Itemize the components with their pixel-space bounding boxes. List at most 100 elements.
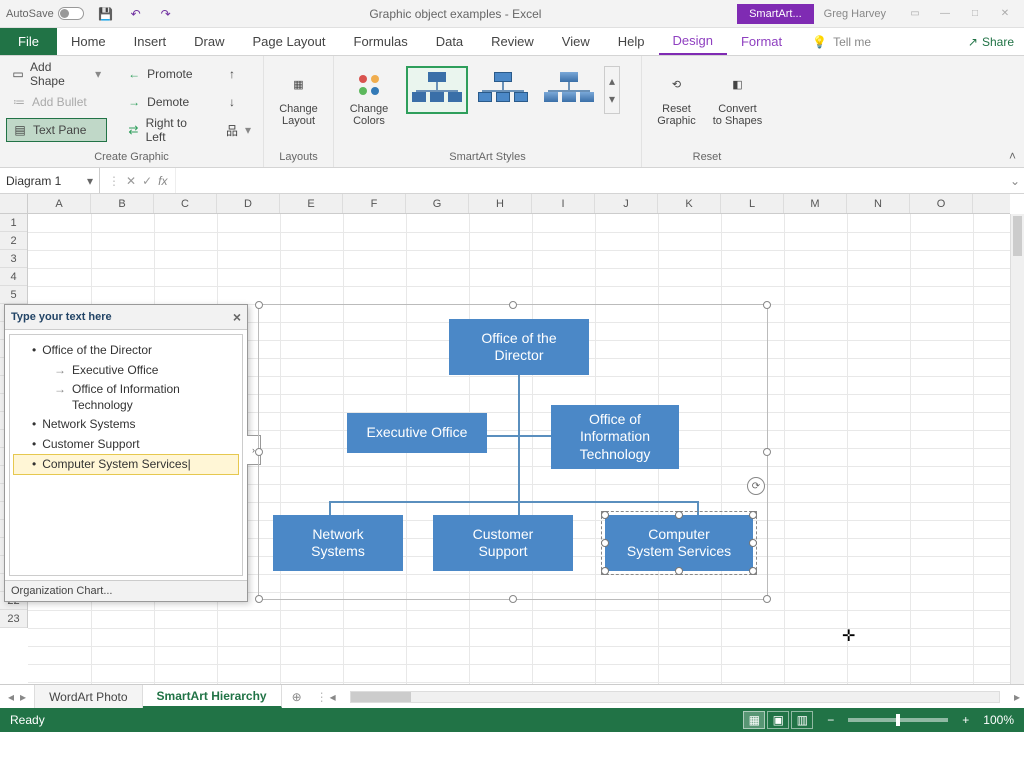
new-sheet-button[interactable]: ⊕	[282, 685, 312, 708]
column-header[interactable]: J	[595, 194, 658, 213]
expand-formula-bar-icon[interactable]: ⌄	[1006, 174, 1024, 188]
style-thumb-3[interactable]	[538, 66, 600, 114]
tab-review[interactable]: Review	[477, 28, 548, 55]
text-pane-item[interactable]: •Network Systems	[14, 415, 238, 435]
resize-handle[interactable]	[255, 595, 263, 603]
sheet-tab-smartart[interactable]: SmartArt Hierarchy	[143, 685, 282, 708]
horizontal-scrollbar[interactable]: ⋮ ◂ ▸	[312, 685, 1024, 708]
tab-view[interactable]: View	[548, 28, 604, 55]
row-header[interactable]: 1	[0, 214, 27, 232]
autosave-toggle[interactable]: AutoSave	[6, 7, 84, 20]
undo-icon[interactable]: ↶	[128, 6, 144, 22]
column-header[interactable]: L	[721, 194, 784, 213]
add-shape-button[interactable]: ▭Add Shape▾	[6, 62, 107, 86]
convert-to-shapes-button[interactable]: ◧ Convert to Shapes	[709, 62, 766, 134]
demote-button[interactable]: →Demote	[121, 90, 209, 114]
maximize-icon[interactable]: □	[962, 6, 988, 22]
column-header[interactable]: A	[28, 194, 91, 213]
node-exec-office[interactable]: Executive Office	[347, 413, 487, 453]
page-break-view-button[interactable]: ▥	[791, 711, 813, 729]
ribbon-display-icon[interactable]: ▭	[902, 6, 928, 22]
layout-menu-button[interactable]: 品▾	[219, 118, 257, 142]
column-header[interactable]: G	[406, 194, 469, 213]
tab-data[interactable]: Data	[422, 28, 477, 55]
tab-insert[interactable]: Insert	[120, 28, 181, 55]
resize-handle[interactable]	[509, 595, 517, 603]
sheet-tab-wordart[interactable]: WordArt Photo	[35, 685, 142, 708]
tab-draw[interactable]: Draw	[180, 28, 238, 55]
scroll-left-icon[interactable]: ◂	[330, 690, 336, 704]
resize-handle[interactable]	[509, 301, 517, 309]
resize-handle[interactable]	[601, 567, 609, 575]
tab-page-layout[interactable]: Page Layout	[239, 28, 340, 55]
resize-handle[interactable]	[601, 539, 609, 547]
vertical-scrollbar[interactable]	[1010, 214, 1024, 684]
cancel-formula-icon[interactable]: ✕	[126, 174, 136, 188]
resize-handle[interactable]	[749, 567, 757, 575]
tab-design[interactable]: Design	[659, 28, 727, 55]
chevron-right-icon[interactable]: ▸	[20, 690, 26, 704]
save-icon[interactable]: 💾	[98, 6, 114, 22]
row-header[interactable]: 4	[0, 268, 27, 286]
style-thumb-1[interactable]	[406, 66, 468, 114]
formula-input[interactable]	[176, 168, 1006, 193]
column-header[interactable]: H	[469, 194, 532, 213]
tab-help[interactable]: Help	[604, 28, 659, 55]
right-to-left-button[interactable]: ⇄Right to Left	[121, 118, 209, 142]
fx-icon[interactable]: fx	[158, 174, 167, 188]
change-layout-button[interactable]: ▦ Change Layout	[270, 62, 327, 134]
reset-graphic-button[interactable]: ⟲ Reset Graphic	[648, 62, 705, 134]
promote-button[interactable]: ←Promote	[121, 62, 209, 86]
resize-handle[interactable]	[601, 511, 609, 519]
column-header[interactable]: N	[847, 194, 910, 213]
tell-me-search[interactable]: 💡 Tell me	[812, 28, 871, 55]
zoom-thumb[interactable]	[896, 714, 900, 726]
resize-handle[interactable]	[763, 448, 771, 456]
column-header[interactable]: B	[91, 194, 154, 213]
chevron-left-icon[interactable]: ◂	[8, 690, 14, 704]
close-icon[interactable]: ✕	[992, 6, 1018, 22]
hscroll-thumb[interactable]	[351, 692, 411, 702]
text-pane-item[interactable]: •Computer System Services|	[13, 454, 239, 476]
page-layout-view-button[interactable]: ▣	[767, 711, 789, 729]
zoom-level[interactable]: 100%	[983, 713, 1014, 727]
node-computer-system-services[interactable]: Computer System Services	[605, 515, 753, 571]
tab-format[interactable]: Format	[727, 28, 796, 55]
column-header[interactable]: O	[910, 194, 973, 213]
resize-handle[interactable]	[255, 301, 263, 309]
node-oit[interactable]: Office of Information Technology	[551, 405, 679, 469]
text-pane-item[interactable]: •Office of the Director	[14, 341, 238, 361]
styles-gallery-more[interactable]: ▴▾	[604, 66, 620, 114]
column-header[interactable]: D	[217, 194, 280, 213]
hscroll-split-icon[interactable]: ⋮	[316, 690, 328, 704]
text-pane-body[interactable]: •Office of the Director→Executive Office…	[9, 334, 243, 576]
row-header[interactable]: 23	[0, 610, 27, 628]
move-up-button[interactable]: ↑	[219, 62, 257, 86]
collapse-ribbon-icon[interactable]: ˄	[1009, 149, 1016, 163]
share-button[interactable]: ↗ Share	[968, 28, 1014, 55]
worksheet-grid[interactable]: ABCDEFGHIJKLMNO 123456789101112131415161…	[0, 194, 1024, 684]
toggle-off-icon[interactable]	[58, 7, 84, 20]
tab-formulas[interactable]: Formulas	[340, 28, 422, 55]
move-down-button[interactable]: ↓	[219, 90, 257, 114]
tab-home[interactable]: Home	[57, 28, 120, 55]
vscroll-thumb[interactable]	[1013, 216, 1022, 256]
select-all-corner[interactable]	[0, 194, 28, 213]
user-name[interactable]: Greg Harvey	[814, 4, 896, 24]
zoom-in-button[interactable]: +	[962, 713, 969, 727]
minimize-icon[interactable]: —	[932, 6, 958, 22]
zoom-slider[interactable]	[848, 718, 948, 722]
smartart-tools-tab[interactable]: SmartArt...	[737, 4, 814, 24]
resize-handle[interactable]	[749, 511, 757, 519]
sheet-nav[interactable]: ◂▸	[0, 685, 35, 708]
resize-handle[interactable]	[763, 301, 771, 309]
formula-expand-icon[interactable]: ⋮	[108, 174, 120, 188]
node-customer-support[interactable]: Customer Support	[433, 515, 573, 571]
resize-handle[interactable]	[763, 595, 771, 603]
normal-view-button[interactable]: ▦	[743, 711, 765, 729]
column-header[interactable]: C	[154, 194, 217, 213]
text-pane-footer[interactable]: Organization Chart...	[5, 580, 247, 601]
row-header[interactable]: 5	[0, 286, 27, 304]
node-director[interactable]: Office of the Director	[449, 319, 589, 375]
resize-handle[interactable]	[255, 448, 263, 456]
